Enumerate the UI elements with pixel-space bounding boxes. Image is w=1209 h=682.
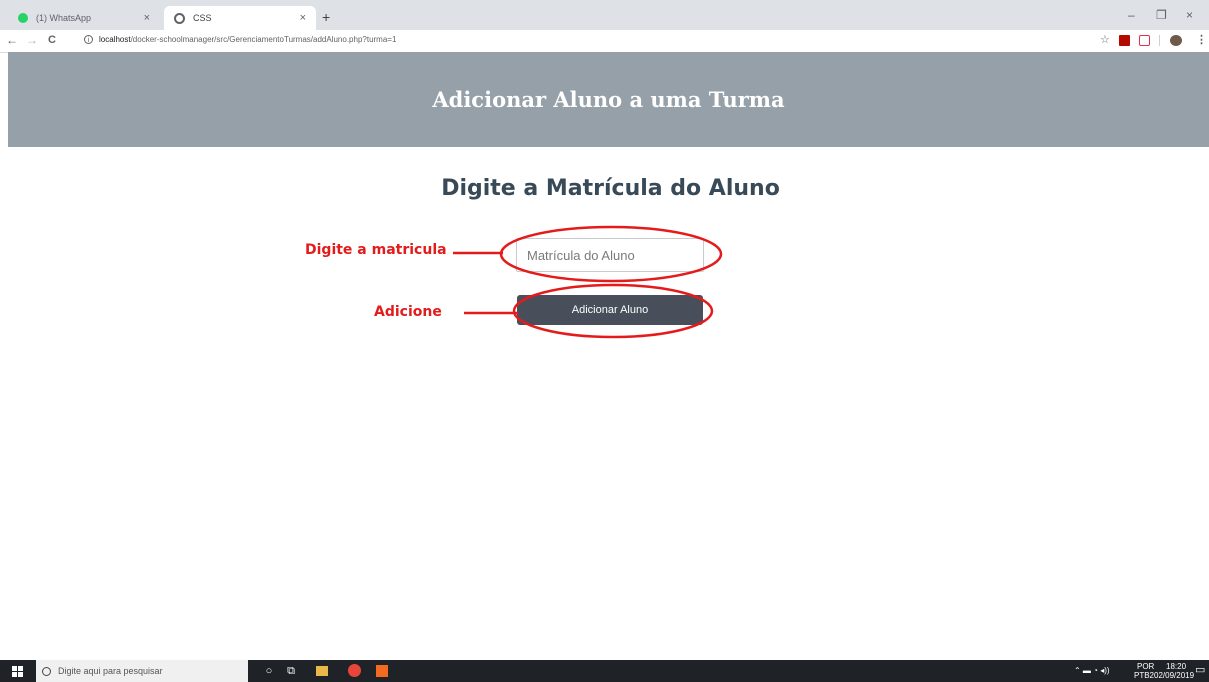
browser-tab-strip: (1) WhatsApp × CSS × + – ❐ × [0,0,1209,30]
annotation-button-label: Adicione [374,304,442,320]
task-view-icon[interactable]: ⧉ [284,664,298,678]
info-icon[interactable]: i [84,35,93,44]
close-window-button[interactable]: × [1186,9,1193,21]
cortana-icon[interactable]: ○ [262,664,276,678]
search-icon [42,666,51,676]
toolbar-divider [1159,35,1160,46]
tab-css[interactable]: CSS × [164,6,316,30]
profile-avatar-icon[interactable] [1170,35,1182,46]
star-icon[interactable]: ☆ [1100,35,1110,46]
menu-icon[interactable]: ⋮ [1196,35,1207,46]
tray-icons[interactable]: ⌃ ▬ ◔ ◂)) [1074,666,1110,676]
whatsapp-icon [18,13,28,23]
address-bar[interactable]: i localhost/docker-schoolmanager/src/Ger… [84,35,396,44]
close-tab-icon[interactable]: × [300,12,306,24]
reload-button[interactable]: C [48,33,56,47]
tray-language-bottom[interactable]: PTB2 [1134,671,1154,681]
taskbar-search-box[interactable]: Digite aqui para pesquisar [36,660,248,682]
xampp-icon[interactable] [376,665,388,677]
forward-button[interactable]: → [26,33,38,47]
file-explorer-icon[interactable] [316,666,328,676]
globe-icon [174,12,185,24]
tray-date[interactable]: 02/09/2019 [1154,671,1194,681]
minimize-button[interactable]: – [1128,9,1135,21]
close-tab-icon[interactable]: × [144,12,150,24]
add-student-button[interactable]: Adicionar Aluno [517,295,703,325]
chrome-icon[interactable] [348,664,361,677]
browser-toolbar: ← → C i localhost/docker-schoolmanager/s… [0,30,1209,53]
pdf-extension-icon[interactable] [1119,35,1130,46]
windows-taskbar: Digite aqui para pesquisar ○ ⧉ ⌃ ▬ ◔ ◂))… [0,660,1209,682]
page-header: Adicionar Aluno a uma Turma [8,52,1209,147]
url-host: localhost [99,35,131,44]
form-heading: Digite a Matrícula do Aluno [441,176,780,201]
tab-label: (1) WhatsApp [36,13,92,23]
matricula-input[interactable] [516,238,704,272]
tab-label: CSS [193,13,212,23]
pocket-extension-icon[interactable] [1139,35,1150,46]
new-tab-button[interactable]: + [322,10,330,24]
page-title: Adicionar Aluno a uma Turma [432,87,785,112]
back-button[interactable]: ← [6,33,18,47]
restore-button[interactable]: ❐ [1156,9,1167,21]
annotation-input-label: Digite a matricula [305,242,447,258]
windows-start-icon[interactable] [12,666,23,677]
tab-whatsapp[interactable]: (1) WhatsApp × [8,6,160,30]
url-path: /docker-schoolmanager/src/GerenciamentoT… [130,35,397,44]
taskbar-search-placeholder: Digite aqui para pesquisar [58,666,163,676]
notification-icon[interactable]: ▭ [1195,665,1205,676]
